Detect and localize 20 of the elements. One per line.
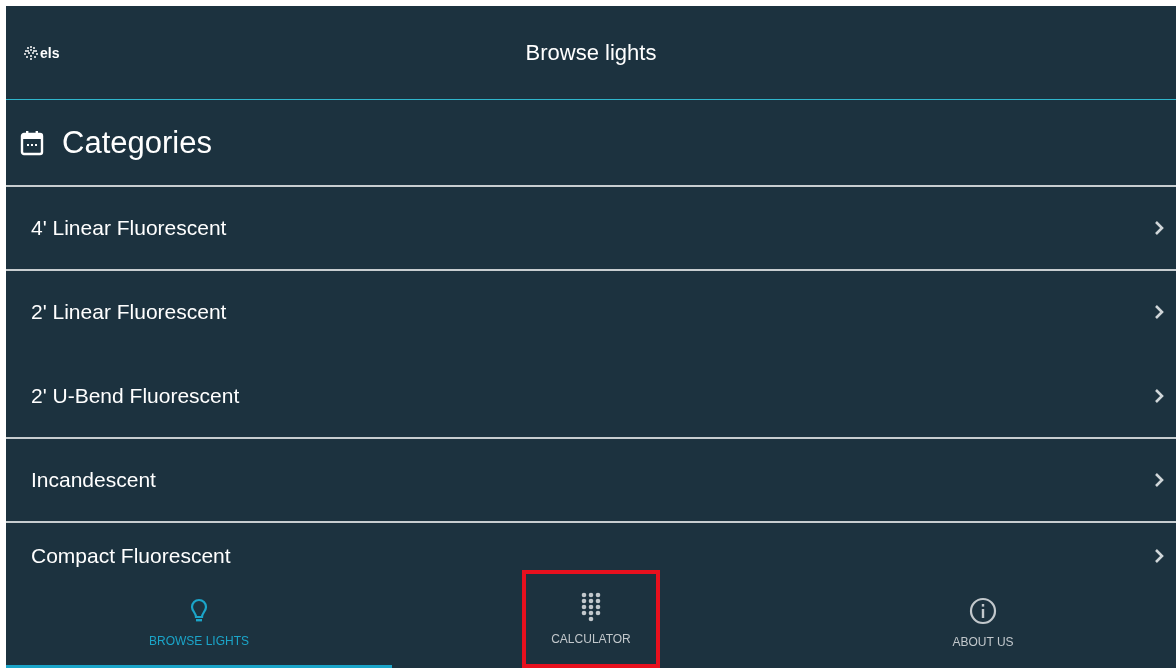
- nav-tab[interactable]: CALCULATOR: [522, 570, 660, 668]
- page-title: Browse lights: [525, 39, 657, 66]
- chevron-right-icon: [1154, 304, 1164, 320]
- category-item[interactable]: 2' U-Bend Fluorescent: [6, 355, 1176, 439]
- chevron-right-icon: [1154, 547, 1164, 564]
- section-title: Categories: [62, 124, 212, 161]
- chevron-right-icon: [1154, 388, 1164, 404]
- info-icon: [969, 596, 997, 625]
- category-item[interactable]: Incandescent: [6, 439, 1176, 523]
- nav-tab[interactable]: ABOUT US: [790, 580, 1176, 668]
- logo-text: els: [40, 44, 60, 61]
- chevron-right-icon: [1154, 220, 1164, 236]
- category-item[interactable]: 4' Linear Fluorescent: [6, 187, 1176, 271]
- category-item[interactable]: 2' Linear Fluorescent: [6, 271, 1176, 355]
- chevron-right-icon: [1154, 472, 1164, 488]
- calendar-icon: [20, 129, 44, 156]
- nav-tab[interactable]: BROWSE LIGHTS: [6, 580, 392, 668]
- logo-icon: [24, 45, 38, 60]
- keypad-icon: [579, 592, 603, 622]
- lightbulb-icon: [190, 597, 208, 624]
